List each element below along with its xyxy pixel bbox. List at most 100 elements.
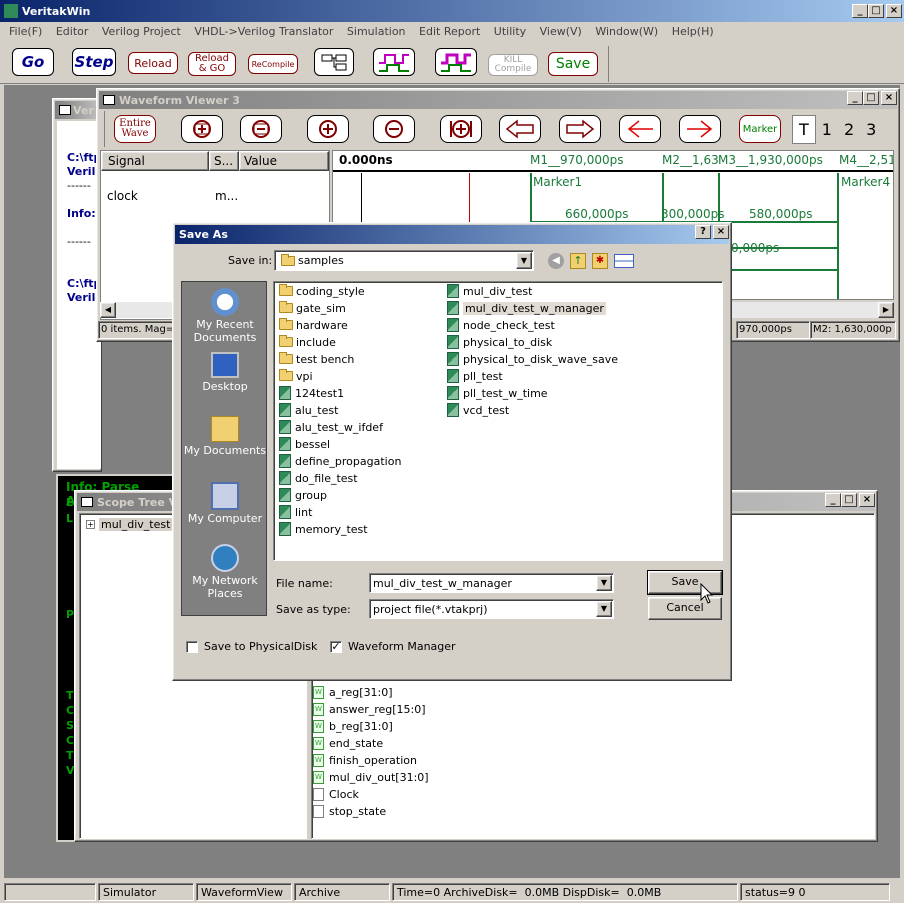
maximize-icon[interactable]: □ bbox=[841, 493, 857, 507]
file-item[interactable]: memory_test bbox=[279, 521, 368, 537]
save-in-dropdown[interactable]: samples ▼ bbox=[274, 250, 534, 271]
signal-item[interactable]: stop_state bbox=[313, 803, 386, 820]
scroll-right-icon[interactable]: ▶ bbox=[878, 302, 894, 318]
close-icon[interactable]: × bbox=[881, 91, 897, 105]
place-my-documents[interactable]: My Documents bbox=[182, 416, 268, 457]
tab-1[interactable]: 1 bbox=[816, 116, 838, 143]
minimize-icon[interactable]: _ bbox=[852, 4, 868, 18]
file-item[interactable]: define_propagation bbox=[279, 453, 401, 469]
reload-button[interactable]: Reload bbox=[128, 52, 178, 74]
close-icon[interactable]: × bbox=[886, 4, 902, 18]
prev-marker-button[interactable] bbox=[619, 115, 661, 143]
entire-wave-button[interactable]: Entire Wave bbox=[114, 115, 156, 143]
menu-simulation[interactable]: Simulation bbox=[342, 24, 411, 40]
waveform-manager-checkbox[interactable]: ✓ bbox=[330, 640, 342, 653]
file-item[interactable]: node_check_test bbox=[447, 317, 555, 333]
zoom-out-button[interactable] bbox=[373, 115, 415, 143]
zoom-cursor-button[interactable] bbox=[440, 115, 482, 143]
column-status[interactable]: S... bbox=[209, 151, 239, 171]
next-marker-button[interactable] bbox=[679, 115, 721, 143]
file-item[interactable]: hardware bbox=[279, 317, 348, 333]
signal-row-name[interactable]: clock bbox=[107, 189, 138, 203]
chevron-down-icon[interactable]: ▼ bbox=[596, 575, 612, 591]
file-item[interactable]: vcd_test bbox=[447, 402, 509, 418]
up-folder-icon[interactable]: ↑ bbox=[570, 253, 586, 269]
signal-item[interactable]: Wb_reg[31:0] bbox=[313, 718, 393, 735]
place-network[interactable]: My Network Places bbox=[192, 544, 258, 600]
signal-item[interactable]: Wa_reg[31:0] bbox=[313, 684, 393, 701]
save-type-select[interactable]: project file(*.vtakprj) ▼ bbox=[369, 599, 614, 619]
file-item[interactable]: 124test1 bbox=[279, 385, 344, 401]
zoom-area-in-button[interactable] bbox=[181, 115, 223, 143]
save-physical-checkbox[interactable] bbox=[186, 640, 198, 653]
close-icon[interactable]: × bbox=[859, 493, 875, 507]
file-item[interactable]: coding_style bbox=[279, 283, 365, 299]
file-item[interactable]: pll_test bbox=[447, 368, 503, 384]
file-item[interactable]: group bbox=[279, 487, 327, 503]
file-item[interactable]: lint bbox=[279, 504, 312, 520]
file-item[interactable]: alu_test bbox=[279, 402, 338, 418]
scope-tree-button[interactable] bbox=[314, 48, 354, 76]
view-menu-icon[interactable] bbox=[614, 254, 634, 268]
maximize-icon[interactable]: □ bbox=[863, 91, 879, 105]
file-item[interactable]: mul_div_test_w_manager bbox=[447, 300, 606, 316]
file-name-input[interactable]: mul_div_test_w_manager ▼ bbox=[369, 573, 614, 593]
signal-item[interactable]: Wend_state bbox=[313, 735, 383, 752]
signal-item[interactable]: Wanswer_reg[15:0] bbox=[313, 701, 426, 718]
file-item[interactable]: alu_test_w_ifdef bbox=[279, 419, 383, 435]
menu-utility[interactable]: Utility bbox=[489, 24, 531, 40]
new-folder-icon[interactable]: ✱ bbox=[592, 253, 608, 269]
file-item[interactable]: test bench bbox=[279, 351, 354, 367]
tree-node[interactable]: + mul_div_test bbox=[86, 518, 173, 531]
next-edge-button[interactable] bbox=[559, 115, 601, 143]
menu-help[interactable]: Help(H) bbox=[667, 24, 719, 40]
file-item[interactable]: mul_div_test bbox=[447, 283, 532, 299]
menu-file[interactable]: File(F) bbox=[4, 24, 47, 40]
menu-edit-report[interactable]: Edit Report bbox=[414, 24, 485, 40]
tab-3[interactable]: 3 bbox=[860, 116, 882, 143]
place-my-computer[interactable]: My Computer bbox=[182, 482, 268, 525]
waveform-button[interactable] bbox=[373, 48, 415, 76]
marker-button[interactable]: Marker bbox=[739, 115, 781, 143]
chevron-down-icon[interactable]: ▼ bbox=[516, 252, 532, 269]
file-item[interactable]: gate_sim bbox=[279, 300, 346, 316]
zoom-area-out-button[interactable] bbox=[240, 115, 282, 143]
signal-item[interactable]: Wfinish_operation bbox=[313, 752, 417, 769]
close-icon[interactable]: × bbox=[713, 225, 729, 239]
waveform-manager-checkbox-row[interactable]: ✓ Waveform Manager bbox=[330, 640, 456, 653]
step-button[interactable]: Step bbox=[72, 48, 116, 76]
scroll-left-icon[interactable]: ◀ bbox=[100, 302, 116, 318]
go-button[interactable]: Go bbox=[12, 48, 54, 76]
signal-item[interactable]: Clock bbox=[313, 786, 359, 803]
file-item[interactable]: do_file_test bbox=[279, 470, 358, 486]
signal-item[interactable]: Wmul_div_out[31:0] bbox=[313, 769, 429, 786]
menu-verilog-project[interactable]: Verilog Project bbox=[97, 24, 186, 40]
file-item[interactable]: physical_to_disk bbox=[447, 334, 552, 350]
file-item[interactable]: include bbox=[279, 334, 336, 350]
file-item[interactable]: vpi bbox=[279, 368, 313, 384]
file-item[interactable]: bessel bbox=[279, 436, 330, 452]
waveform-new-button[interactable] bbox=[435, 48, 477, 76]
file-item[interactable]: physical_to_disk_wave_save bbox=[447, 351, 618, 367]
back-icon[interactable]: ◀ bbox=[548, 253, 564, 269]
menu-vhdl-translator[interactable]: VHDL->Verilog Translator bbox=[189, 24, 338, 40]
column-signal[interactable]: Signal bbox=[101, 151, 209, 171]
menu-view[interactable]: View(V) bbox=[535, 24, 587, 40]
chevron-down-icon[interactable]: ▼ bbox=[596, 601, 612, 617]
help-icon[interactable]: ? bbox=[695, 225, 711, 239]
place-recent[interactable]: My Recent Documents bbox=[182, 288, 268, 344]
tab-2[interactable]: 2 bbox=[838, 116, 860, 143]
tab-t[interactable]: T bbox=[792, 114, 816, 144]
menu-window[interactable]: Window(W) bbox=[590, 24, 663, 40]
zoom-in-button[interactable] bbox=[307, 115, 349, 143]
reload-go-button[interactable]: Reload & GO bbox=[188, 52, 236, 76]
expand-icon[interactable]: + bbox=[86, 520, 95, 529]
menu-editor[interactable]: Editor bbox=[51, 24, 94, 40]
minimize-icon[interactable]: _ bbox=[847, 91, 863, 105]
maximize-icon[interactable]: □ bbox=[868, 4, 884, 18]
minimize-icon[interactable]: _ bbox=[825, 493, 841, 507]
kill-compile-button[interactable]: KILL Compile bbox=[488, 54, 538, 76]
save-toolbar-button[interactable]: Save bbox=[548, 52, 598, 76]
recompile-button[interactable]: ReCompile bbox=[248, 54, 298, 74]
prev-edge-button[interactable] bbox=[499, 115, 541, 143]
